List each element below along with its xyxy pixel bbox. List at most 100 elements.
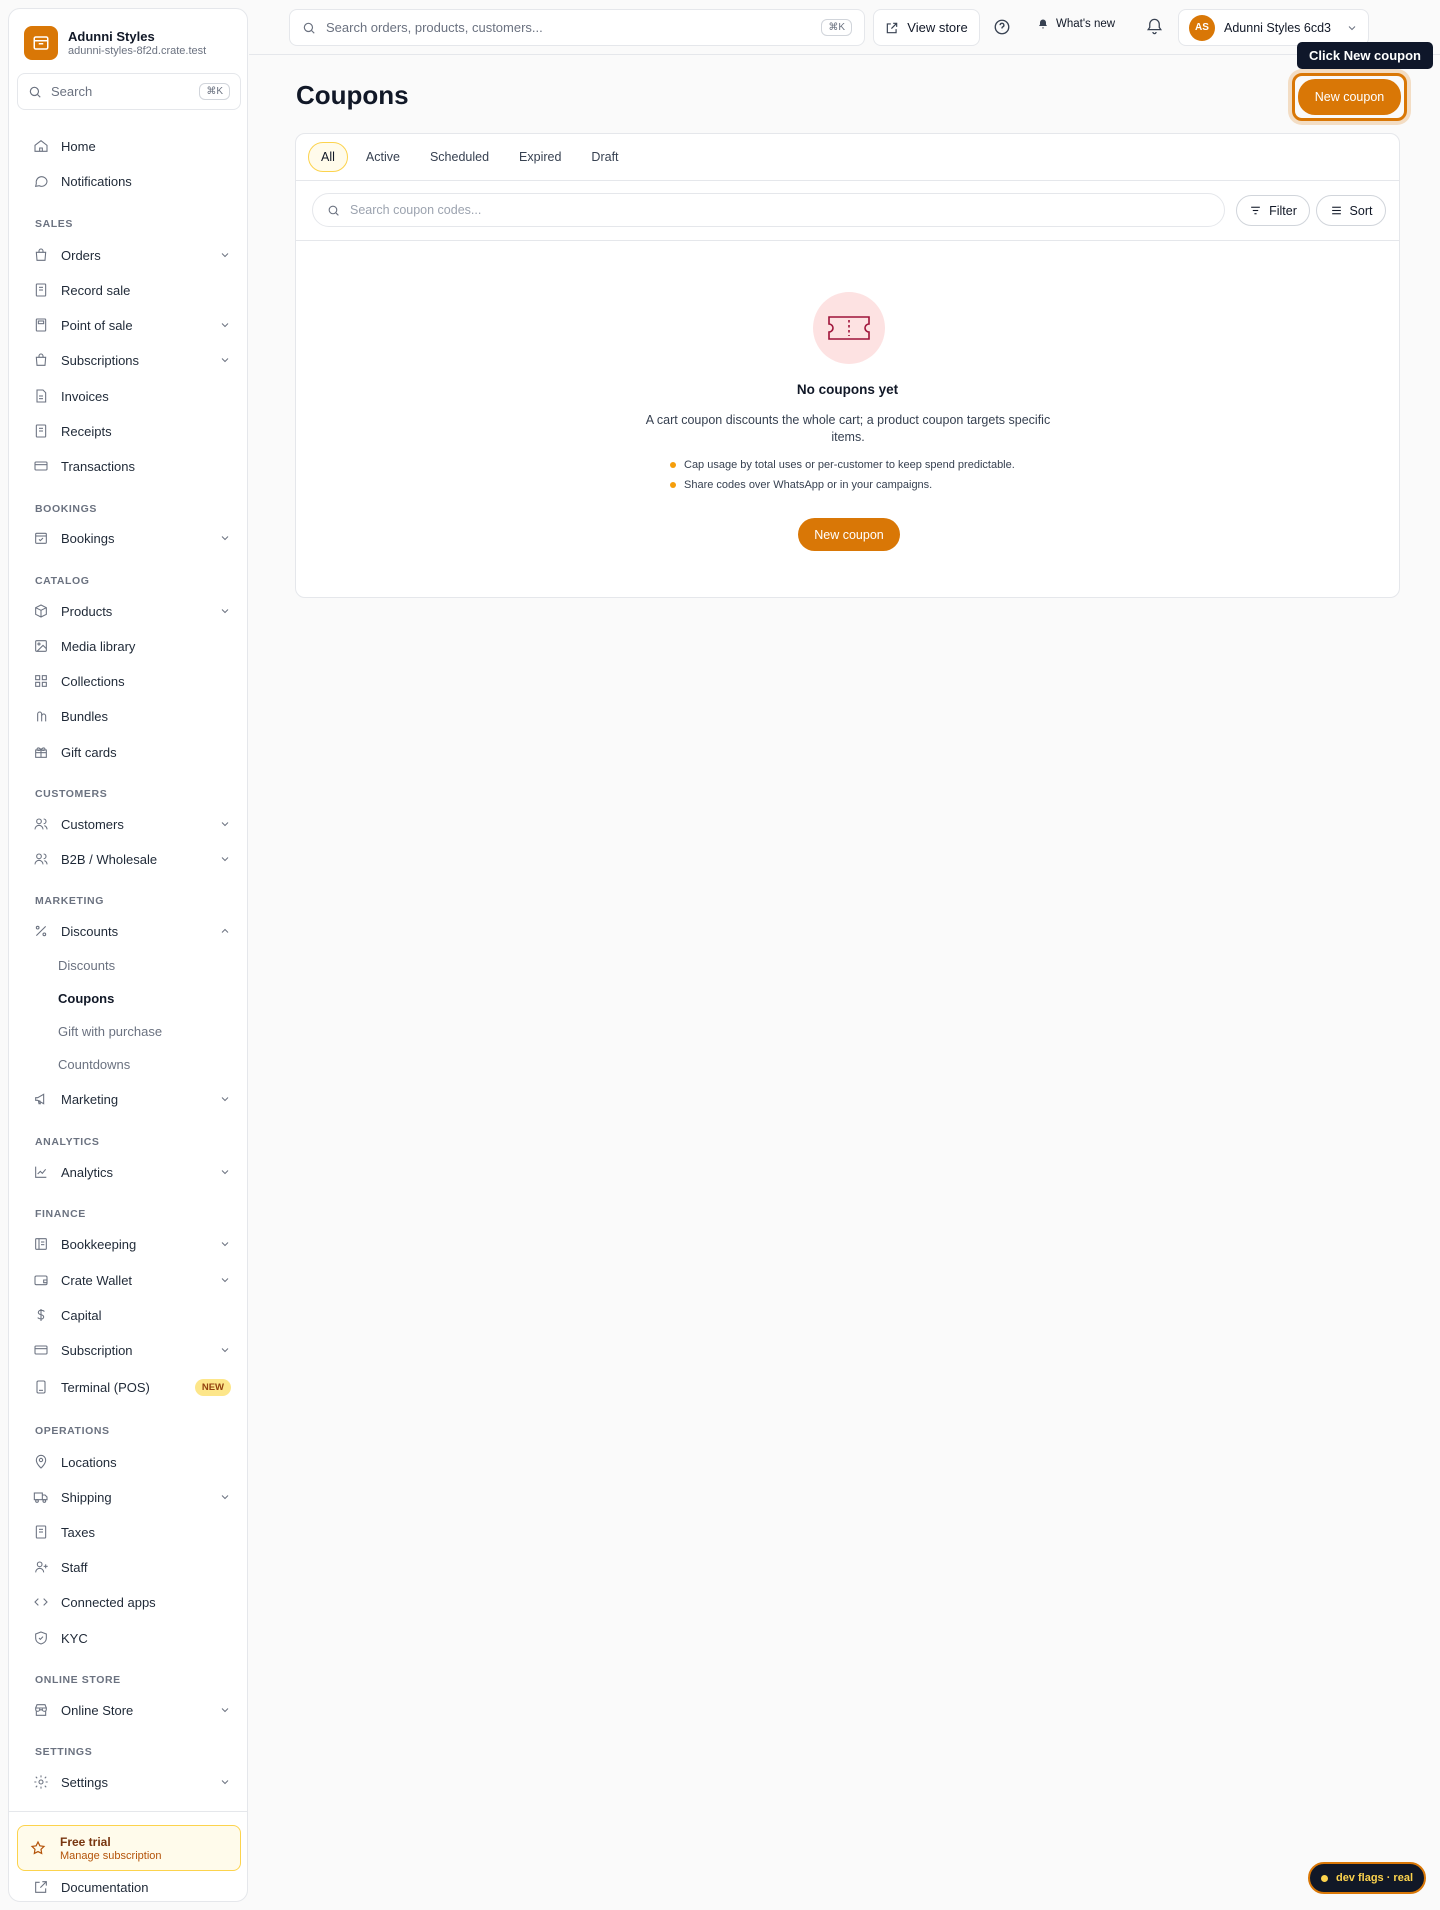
chevron-down-icon xyxy=(1348,25,1356,30)
code-icon xyxy=(34,1598,48,1606)
sidebar-item-collections[interactable]: Collections xyxy=(17,666,241,696)
brand[interactable]: Adunni Styles adunni-styles-8f2d.crate.t… xyxy=(24,26,206,60)
chevron-down-icon xyxy=(221,1170,229,1175)
sidebar-item-receipts[interactable]: Receipts xyxy=(17,416,241,446)
sidebar-item-label: KYC xyxy=(61,1630,88,1646)
sidebar-item-terminal-pos[interactable]: Terminal (POS) NEW xyxy=(17,1372,241,1402)
whats-new-label: What's new xyxy=(1056,18,1116,30)
account-menu[interactable]: AS Adunni Styles 6cd3 xyxy=(1178,9,1369,46)
chevron-down-icon xyxy=(221,323,229,328)
sidebar-item-label: Bundles xyxy=(61,708,108,724)
global-search-placeholder: Search orders, products, customers... xyxy=(326,20,543,35)
sidebar-item-notifications[interactable]: Notifications xyxy=(17,166,241,196)
filter-button[interactable]: Filter xyxy=(1236,195,1310,226)
sidebar-item-gift-cards[interactable]: Gift cards xyxy=(17,737,241,767)
manage-subscription-link[interactable]: Manage subscription xyxy=(60,1850,162,1862)
sidebar-subitem-gift-with-purchase[interactable]: Gift with purchase xyxy=(58,1024,162,1039)
sidebar-item-documentation[interactable]: Documentation xyxy=(17,1872,241,1902)
sidebar-item-record-sale[interactable]: Record sale xyxy=(17,275,241,305)
sidebar-subitem-discounts[interactable]: Discounts xyxy=(58,958,115,973)
toolbar-divider xyxy=(296,240,1399,241)
sidebar-search[interactable]: Search ⌘K xyxy=(17,73,241,110)
sidebar-item-shipping[interactable]: Shipping xyxy=(17,1482,241,1512)
section-marketing: MARKETING xyxy=(35,895,104,907)
sidebar-item-online-store[interactable]: Online Store xyxy=(17,1695,241,1725)
sidebar-subitem-coupons[interactable]: Coupons xyxy=(58,991,114,1006)
line-chart-icon xyxy=(35,1166,47,1178)
dev-flags-indicator[interactable]: dev flags · real xyxy=(1308,1862,1426,1894)
empty-state-title: No coupons yet xyxy=(796,382,899,397)
sidebar-item-staff[interactable]: Staff xyxy=(17,1552,241,1582)
sidebar-item-home[interactable]: Home xyxy=(17,131,241,161)
sidebar-search-shortcut: ⌘K xyxy=(199,83,230,100)
chevron-down-icon xyxy=(221,1097,229,1102)
tab-draft[interactable]: Draft xyxy=(579,142,630,172)
sidebar-item-customers[interactable]: Customers xyxy=(17,809,241,839)
sidebar-item-analytics[interactable]: Analytics xyxy=(17,1157,241,1187)
sidebar-subitem-countdowns[interactable]: Countdowns xyxy=(58,1057,130,1072)
tab-scheduled[interactable]: Scheduled xyxy=(418,142,501,172)
star-icon xyxy=(30,1840,46,1855)
sidebar-item-label: Online Store xyxy=(61,1702,134,1718)
sidebar-item-bundles[interactable]: Bundles xyxy=(17,701,241,731)
sort-button[interactable]: Sort xyxy=(1316,195,1386,226)
new-coupon-button[interactable]: New coupon xyxy=(1298,79,1401,115)
receipt-icon xyxy=(35,283,47,297)
sidebar-item-label: Customers xyxy=(61,816,124,832)
coupon-search-input[interactable]: Search coupon codes... xyxy=(312,193,1225,227)
external-link-icon xyxy=(35,1881,47,1893)
sidebar-item-marketing[interactable]: Marketing xyxy=(17,1084,241,1114)
ledger-icon xyxy=(35,1238,47,1250)
view-store-label: View store xyxy=(907,20,968,35)
users-icon xyxy=(34,818,48,830)
sidebar-item-products[interactable]: Products xyxy=(17,596,241,626)
tab-active[interactable]: Active xyxy=(354,142,412,172)
tabs-divider xyxy=(296,180,1399,181)
sidebar-item-label: Collections xyxy=(61,673,125,689)
sidebar-item-transactions[interactable]: Transactions xyxy=(17,451,241,481)
empty-state-icon-circle xyxy=(813,292,885,364)
chevron-down-icon xyxy=(221,358,229,363)
sidebar-item-bookkeeping[interactable]: Bookkeeping xyxy=(17,1229,241,1259)
sidebar-item-crate-wallet[interactable]: Crate Wallet xyxy=(17,1265,241,1295)
sidebar-item-discounts[interactable]: Discounts xyxy=(17,916,241,946)
sidebar-item-label: B2B / Wholesale xyxy=(61,851,158,867)
chevron-down-icon xyxy=(221,1708,229,1713)
sidebar-item-invoices[interactable]: Invoices xyxy=(17,381,241,411)
credit-card-icon xyxy=(34,461,48,471)
chat-bubble-icon xyxy=(34,176,48,187)
sidebar-item-media-library[interactable]: Media library xyxy=(17,631,241,661)
chevron-down-icon xyxy=(221,1348,229,1353)
sidebar-item-locations[interactable]: Locations xyxy=(17,1447,241,1477)
help-icon[interactable] xyxy=(993,18,1011,36)
terminal-device-icon xyxy=(36,1380,46,1394)
global-search-shortcut: ⌘K xyxy=(821,19,852,36)
global-search-input[interactable]: Search orders, products, customers... ⌘K xyxy=(289,9,865,46)
tab-all[interactable]: All xyxy=(308,142,348,172)
view-store-button[interactable]: View store xyxy=(873,9,980,46)
sidebar-item-b2b-wholesale[interactable]: B2B / Wholesale xyxy=(17,844,241,874)
sidebar-item-capital[interactable]: Capital xyxy=(17,1300,241,1330)
sidebar-item-subscriptions[interactable]: Subscriptions xyxy=(17,345,241,375)
sidebar-item-subscription[interactable]: Subscription xyxy=(17,1335,241,1365)
empty-state-new-coupon-button[interactable]: New coupon xyxy=(798,518,900,551)
section-catalog: CATALOG xyxy=(35,575,90,587)
whats-new-button[interactable]: What's new xyxy=(1037,18,1115,30)
sidebar-item-label: Transactions xyxy=(61,458,135,474)
external-link-icon xyxy=(887,22,898,33)
tab-expired[interactable]: Expired xyxy=(507,142,573,172)
sidebar-item-taxes[interactable]: Taxes xyxy=(17,1517,241,1547)
sidebar-item-kyc[interactable]: KYC xyxy=(17,1623,241,1653)
sidebar-item-point-of-sale[interactable]: Point of sale xyxy=(17,310,241,340)
notification-bell-icon[interactable] xyxy=(1145,17,1164,36)
sidebar-item-settings[interactable]: Settings xyxy=(17,1767,241,1797)
sidebar-item-label: Invoices xyxy=(61,388,109,404)
coupon-search-placeholder: Search coupon codes... xyxy=(350,203,482,217)
sidebar-item-connected-apps[interactable]: Connected apps xyxy=(17,1587,241,1617)
sidebar-item-bookings[interactable]: Bookings xyxy=(17,523,241,553)
free-trial-card[interactable]: Free trial Manage subscription xyxy=(17,1825,241,1871)
avatar: AS xyxy=(1189,14,1215,41)
chevron-down-icon xyxy=(221,857,229,862)
sidebar-item-label: Gift cards xyxy=(61,744,117,760)
sidebar-item-orders[interactable]: Orders xyxy=(17,240,241,270)
